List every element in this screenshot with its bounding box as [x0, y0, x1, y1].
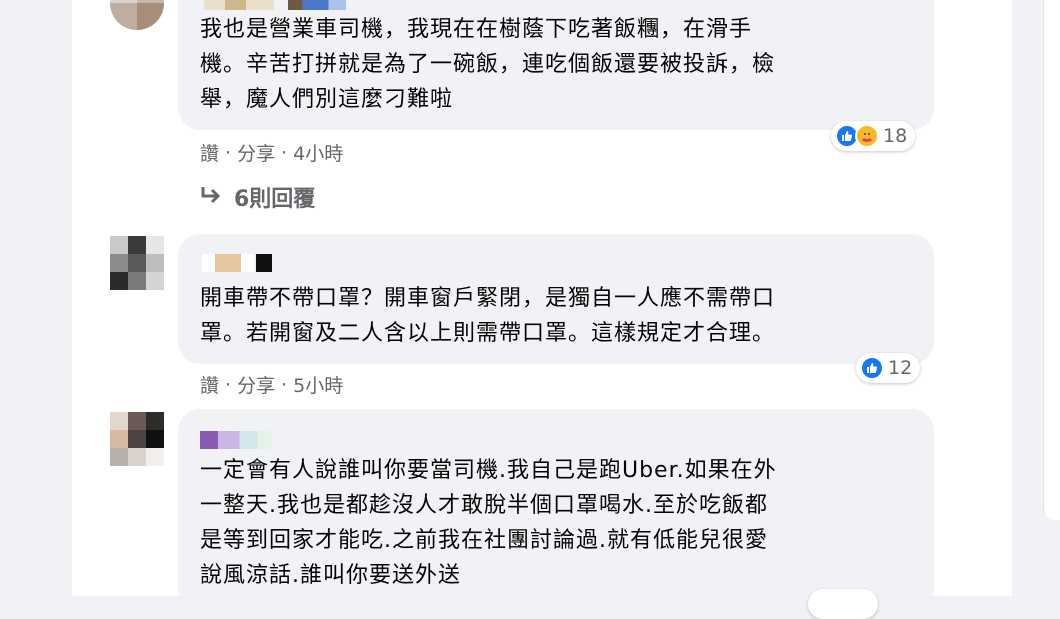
commenter-name-part	[256, 254, 272, 272]
comment-line: 機。辛苦打拼就是為了一碗飯，連吃個飯還要被投訴，檢	[200, 52, 776, 77]
separator: ·	[225, 373, 232, 396]
comment-actions: 讚 · 分享 · 4小時	[200, 139, 343, 166]
share-link[interactable]: 分享	[237, 139, 275, 166]
comment-line: 我也是營業車司機，我現在在樹蔭下吃著飯糰，在滑手	[200, 17, 753, 42]
reaction-summary[interactable]: 12	[856, 353, 921, 383]
commenter-name-part	[288, 0, 346, 10]
view-replies-button[interactable]: 6則回覆	[200, 181, 315, 213]
comment-line: 舉，魔人們別這麼刁難啦	[200, 87, 454, 112]
comment-line: 一整天.我也是都趁沒人才敢脫半個口罩喝水.至於吃飯都	[200, 493, 768, 518]
comment-text: 開車帶不帶口罩？開車窗戶緊閉，是獨自一人應不需帶口 罩。若開窗及二人含以上則需帶…	[200, 281, 920, 351]
comment-line: 說風涼話.誰叫你要送外送	[200, 563, 461, 588]
reaction-count: 18	[883, 125, 908, 147]
like-link[interactable]: 讚	[200, 371, 219, 398]
avatar[interactable]	[110, 0, 164, 30]
right-panel-edge	[1044, 0, 1060, 520]
commenter-name[interactable]	[200, 431, 272, 449]
timestamp-link[interactable]: 4小時	[293, 139, 343, 166]
comment-text: 一定會有人說誰叫你要當司機.我自己是跑Uber.如果在外 一整天.我也是都趁沒人…	[200, 453, 920, 593]
comment-line: 一定會有人說誰叫你要當司機.我自己是跑Uber.如果在外	[200, 458, 777, 483]
reaction-summary-partial[interactable]	[808, 589, 878, 619]
comment-line: 開車帶不帶口罩？開車窗戶緊閉，是獨自一人應不需帶口	[200, 286, 776, 311]
reply-arrow-icon	[200, 185, 222, 210]
care-reaction-icon	[855, 124, 879, 148]
avatar[interactable]	[110, 236, 164, 290]
comment-actions: 讚 · 分享 · 5小時	[200, 371, 343, 398]
comment-text: 我也是營業車司機，我現在在樹蔭下吃著飯糰，在滑手 機。辛苦打拼就是為了一碗飯，連…	[200, 12, 920, 117]
like-link[interactable]: 讚	[200, 139, 219, 166]
share-link[interactable]: 分享	[237, 371, 275, 398]
separator: ·	[281, 141, 288, 164]
like-reaction-icon	[860, 356, 884, 380]
reaction-count: 12	[888, 357, 913, 379]
commenter-name[interactable]	[202, 254, 254, 272]
replies-label: 6則回覆	[234, 187, 316, 212]
avatar[interactable]	[110, 412, 164, 466]
separator: ·	[225, 141, 232, 164]
comment-line: 是等到回家才能吃.之前我在社團討論過.就有低能兒很愛	[200, 528, 768, 553]
reaction-summary[interactable]: 18	[831, 121, 916, 151]
separator: ·	[281, 373, 288, 396]
timestamp-link[interactable]: 5小時	[293, 371, 343, 398]
comment-line: 罩。若開窗及二人含以上則需帶口罩。這樣規定才合理。	[200, 321, 776, 346]
commenter-name[interactable]	[204, 0, 274, 10]
